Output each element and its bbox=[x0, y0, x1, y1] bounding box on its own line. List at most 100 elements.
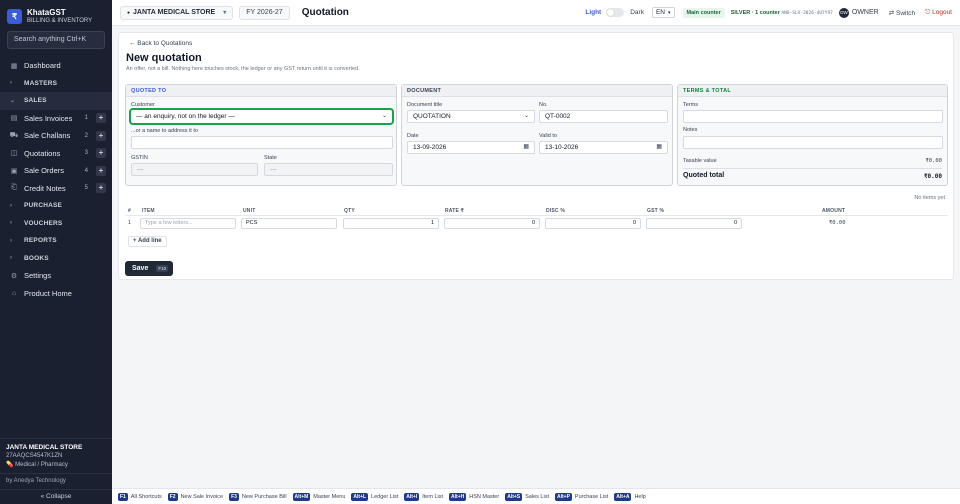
terms-label: Terms bbox=[683, 102, 698, 108]
customer-select[interactable]: — an enquiry, not on the ledger — ⌄ bbox=[129, 108, 394, 125]
col-amount: AMOUNT bbox=[822, 208, 846, 214]
sidebar-item-product-home[interactable]: ⌂ Product Home bbox=[0, 285, 112, 303]
page-title: Quotation bbox=[301, 7, 349, 18]
gstin-field: — bbox=[131, 163, 258, 176]
shortcut-help[interactable]: Alt+A Help bbox=[614, 492, 646, 501]
brand: ₹ KhataGST BILLING & INVENTORY bbox=[0, 0, 112, 26]
add-quotation-button[interactable]: + bbox=[96, 148, 106, 159]
document-header: DOCUMENT bbox=[402, 85, 672, 97]
sidebar-section-reports[interactable]: › REPORTS bbox=[0, 232, 112, 250]
calendar-icon[interactable]: ▦ bbox=[656, 142, 662, 153]
document-panel: DOCUMENT Document title QUOTATION ⌄ No. … bbox=[401, 84, 673, 186]
sidebar-section-books[interactable]: › BOOKS bbox=[0, 250, 112, 268]
notes-input[interactable] bbox=[683, 136, 943, 149]
chevron-right-icon: › bbox=[10, 255, 13, 262]
page-subtitle: An offer, not a bill. Nothing here touch… bbox=[126, 66, 360, 72]
chevron-down-icon: ▾ bbox=[223, 10, 227, 16]
add-sales-invoice-button[interactable]: + bbox=[96, 113, 106, 124]
store-selector-dot-icon: ● bbox=[127, 9, 131, 16]
chevron-right-icon: › bbox=[10, 80, 13, 87]
save-button[interactable]: Save F10 bbox=[125, 261, 173, 276]
sidebar-item-settings[interactable]: ⚙ Settings bbox=[0, 267, 112, 285]
sidebar-item-quotations[interactable]: ◫ Quotations 3 + bbox=[0, 145, 112, 163]
shortcut-purchase-list[interactable]: Alt+P Purchase List bbox=[554, 492, 608, 501]
store-info: JANTA MEDICAL STORE 27AAQCS4547K1ZN 💊 Me… bbox=[0, 438, 112, 473]
shortcut-item-list[interactable]: Alt+I Item List bbox=[404, 492, 443, 501]
sidebar-section-vouchers[interactable]: › VOUCHERS bbox=[0, 215, 112, 233]
unit-input[interactable]: PCS bbox=[241, 218, 337, 229]
add-sale-order-button[interactable]: + bbox=[96, 165, 106, 176]
doc-no-input[interactable]: QT-0002 bbox=[539, 110, 668, 123]
qty-input[interactable]: 1 bbox=[343, 218, 439, 229]
light-theme-label[interactable]: Light bbox=[585, 9, 601, 16]
gst-input[interactable]: 0 bbox=[646, 218, 742, 229]
save-shortcut-key: F10 bbox=[156, 265, 169, 272]
store-selector[interactable]: ● JANTA MEDICAL STORE ▾ bbox=[120, 5, 234, 20]
invoice-icon: ▤ bbox=[10, 115, 18, 123]
sidebar-item-sale-orders[interactable]: ▣ Sale Orders 4 + bbox=[0, 162, 112, 180]
address-name-input[interactable] bbox=[131, 136, 393, 149]
disc-input[interactable]: 0 bbox=[545, 218, 641, 229]
item-input[interactable]: Type a few letters... bbox=[140, 218, 236, 229]
sidebar-section-purchase[interactable]: › PURCHASE bbox=[0, 197, 112, 215]
quoted-to-panel: QUOTED TO Customer — an enquiry, not on … bbox=[125, 84, 397, 186]
document-title-select[interactable]: QUOTATION ⌄ bbox=[407, 110, 535, 123]
date-label: Date bbox=[407, 133, 419, 139]
gstin-label: GSTIN bbox=[131, 155, 148, 161]
sidebar-item-credit-notes[interactable]: ⎗ Credit Notes 5 + bbox=[0, 180, 112, 198]
owner-label[interactable]: OWNER bbox=[852, 9, 879, 16]
col-disc: DISC % bbox=[546, 208, 565, 214]
by-line: by Anedya Technology bbox=[0, 473, 112, 489]
valid-to-label: Valid to bbox=[539, 133, 557, 139]
valid-to-input[interactable]: 13-10-2026 ▦ bbox=[539, 141, 668, 154]
shortcut-sales-list[interactable]: Alt+S Sales List bbox=[505, 492, 549, 501]
add-line-button[interactable]: + Add line bbox=[128, 236, 167, 247]
shortcut-new-sale-invoice[interactable]: F2 New Sale Invoice bbox=[167, 492, 223, 501]
divider bbox=[683, 168, 942, 169]
credit-note-icon: ⎗ bbox=[11, 184, 17, 192]
swap-icon: ⇄ bbox=[888, 9, 895, 17]
shortcut-all-shortcuts[interactable]: F1 All Shortcuts bbox=[118, 492, 162, 501]
logout-button[interactable]: ⎋ Logout bbox=[925, 9, 952, 17]
terms-input[interactable] bbox=[683, 110, 943, 123]
fy-selector[interactable]: FY 2026-27 bbox=[239, 5, 290, 20]
sidebar-item-sales-invoices[interactable]: ▤ Sales Invoices 1 + bbox=[0, 110, 112, 128]
collapse-sidebar-button[interactable]: « Collapse bbox=[0, 489, 112, 504]
add-sale-challan-button[interactable]: + bbox=[96, 130, 106, 141]
dark-theme-label[interactable]: Dark bbox=[630, 9, 644, 16]
row-number: 1 bbox=[128, 220, 132, 226]
store-gstin: 27AAQCS4547K1ZN bbox=[6, 453, 63, 459]
shortcut-ledger-list[interactable]: Alt+L Ledger List bbox=[351, 492, 398, 501]
sidebar-search-input[interactable]: Search anything Ctrl+K bbox=[7, 31, 105, 49]
main-counter-badge: Main counter bbox=[682, 7, 725, 18]
address-name-label: ...or a name to address it to bbox=[131, 128, 198, 134]
pill-icon: 💊 bbox=[6, 462, 14, 468]
back-link[interactable]: ← Back to Quotations bbox=[129, 40, 192, 47]
table-row: 1 Type a few letters... PCS 1 0 0 0 ₹0.0… bbox=[126, 217, 948, 231]
sidebar-item-sale-challans[interactable]: ⛟ Sale Challans 2 + bbox=[0, 127, 112, 145]
chevron-right-icon: › bbox=[10, 202, 13, 209]
add-credit-note-button[interactable]: + bbox=[96, 183, 106, 194]
brand-name: KhataGST bbox=[27, 8, 66, 17]
switch-button[interactable]: ⇄ Switch bbox=[889, 9, 915, 17]
col-unit: UNIT bbox=[243, 208, 256, 214]
date-input[interactable]: 13-09-2026 ▦ bbox=[407, 141, 535, 154]
shortcut-master-menu[interactable]: Alt+M Master Menu bbox=[292, 492, 345, 501]
avatar[interactable]: OW bbox=[838, 7, 849, 18]
challan-icon: ⛟ bbox=[9, 132, 19, 140]
sidebar-item-dashboard[interactable]: ▦ Dashboard bbox=[0, 57, 112, 75]
sidebar-section-masters[interactable]: › MASTERS bbox=[0, 75, 112, 93]
theme-toggle[interactable] bbox=[606, 8, 625, 17]
calendar-icon[interactable]: ▦ bbox=[523, 142, 529, 153]
rate-input[interactable]: 0 bbox=[444, 218, 540, 229]
terms-total-panel: TERMS & TOTAL Terms Notes Taxable value … bbox=[677, 84, 948, 186]
chevron-down-icon: ▾ bbox=[668, 9, 671, 16]
col-item: ITEM bbox=[142, 208, 155, 214]
notes-label: Notes bbox=[683, 127, 698, 133]
quoted-to-header: QUOTED TO bbox=[126, 85, 396, 97]
shortcut-hsn-master[interactable]: Alt+H HSN Master bbox=[449, 492, 499, 501]
shortcut-new-purchase-bill[interactable]: F3 New Purchase Bill bbox=[229, 492, 287, 501]
sidebar-section-sales[interactable]: ⌄ SALES bbox=[0, 92, 112, 110]
sidebar: ₹ KhataGST BILLING & INVENTORY Search an… bbox=[0, 0, 112, 504]
language-select[interactable]: EN ▾ bbox=[651, 7, 675, 18]
